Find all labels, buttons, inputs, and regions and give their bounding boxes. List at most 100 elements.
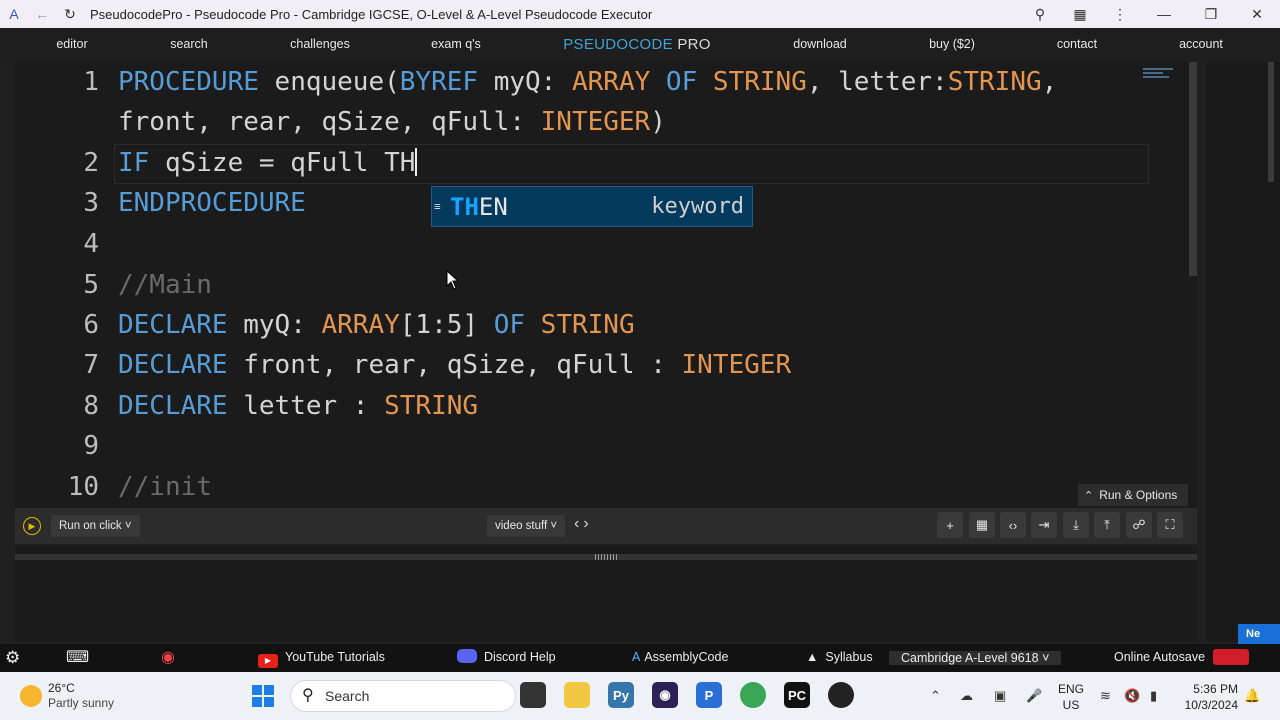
reload-icon[interactable]: ↻ <box>56 6 84 23</box>
menu-dots-icon[interactable]: ⋮ <box>1100 6 1140 23</box>
file-explorer-icon[interactable] <box>564 682 590 708</box>
speaker-muted-icon[interactable]: 🔇 <box>1124 672 1140 720</box>
code-line-1[interactable]: PROCEDURE enqueue(BYREF myQ: ARRAY OF ST… <box>118 67 1057 97</box>
chevron-up-icon: ⌃ <box>1084 489 1094 502</box>
play-icon[interactable]: ▶ <box>23 517 41 535</box>
text-cursor <box>415 148 418 176</box>
code-line-5[interactable]: //Main <box>118 270 212 300</box>
preset-select[interactable]: video stuff ˅ <box>487 515 566 537</box>
app-footer-bar: ⚙ ⌨ ◉ ▶ YouTube Tutorials Discord Help AA… <box>0 644 1280 672</box>
upload-icon[interactable]: ⤒ <box>1094 512 1120 538</box>
pycharm-icon[interactable]: PC <box>784 682 810 708</box>
mouse-pointer-icon <box>446 270 460 290</box>
notification-bell-icon[interactable]: 🔔 <box>1244 672 1260 720</box>
chevron-down-icon: ˅ <box>550 520 558 532</box>
editor-scrollbar[interactable] <box>1189 62 1197 276</box>
minimize-icon[interactable]: — <box>1140 6 1188 22</box>
close-icon[interactable]: ✕ <box>1234 6 1280 23</box>
code-line-7[interactable]: DECLARE front, rear, qSize, qFull : INTE… <box>118 350 791 380</box>
colors-icon[interactable]: ◉ <box>161 644 175 672</box>
autosave-toggle[interactable] <box>1213 649 1250 665</box>
assembly-code-link[interactable]: A AssemblyCode <box>632 644 728 672</box>
language-indicator[interactable]: ENG US <box>1058 681 1084 713</box>
nav-challenges[interactable]: challenges <box>290 28 350 62</box>
task-view-icon[interactable] <box>520 682 546 708</box>
add-icon[interactable]: + <box>937 512 963 538</box>
brand-logo[interactable]: PSEUDOCODE PRO <box>563 28 711 62</box>
preset-label: video stuff <box>495 520 548 532</box>
python-icon[interactable]: Py <box>608 682 634 708</box>
suggestion-rest: EN <box>478 192 508 221</box>
discord-icon <box>457 649 477 663</box>
suggestion-match: TH <box>450 192 479 221</box>
discord-help-link[interactable]: Discord Help <box>457 644 556 672</box>
eclipse-icon[interactable]: ◉ <box>652 682 678 708</box>
nav-exam-questions[interactable]: exam q's <box>431 28 481 62</box>
online-autosave[interactable]: Online Autosave <box>1114 644 1250 672</box>
line-number: 3 <box>83 188 99 218</box>
chrome-icon[interactable] <box>740 682 766 708</box>
extensions-icon[interactable]: ▦ <box>1060 6 1100 23</box>
code-line-1-wrap[interactable]: front, rear, qSize, qFull: INTEGER) <box>118 107 666 137</box>
new-badge[interactable]: Ne <box>1238 624 1280 644</box>
restore-icon[interactable]: ❐ <box>1188 6 1234 23</box>
settings-gear-icon[interactable]: ⚙ <box>5 644 20 672</box>
battery-icon[interactable]: ▮ <box>1150 672 1157 720</box>
table-icon[interactable]: ▦ <box>969 512 995 538</box>
minimap[interactable] <box>1143 66 1185 88</box>
line-number: 2 <box>83 148 99 178</box>
tray-chevron-up-icon[interactable]: ⌃ <box>930 672 941 720</box>
nav-search[interactable]: search <box>170 28 208 62</box>
syllabus-select[interactable]: Cambridge A-Level 9618 ˅ <box>889 648 1062 668</box>
run-toolbar: ▶ Run on click ˅ video stuff ˅ ‹› + ▦ ‹›… <box>15 508 1197 544</box>
download-icon[interactable]: ⤓ <box>1063 512 1089 538</box>
import-icon[interactable]: ⇥ <box>1031 512 1057 538</box>
splitter-grip-icon[interactable] <box>595 554 617 560</box>
wifi-icon[interactable]: ≋ <box>1100 672 1111 720</box>
code-line-10[interactable]: //init <box>118 472 212 502</box>
graduation-cap-icon: ▲ <box>806 650 819 664</box>
system-clock[interactable]: 5:36 PM 10/3/2024 <box>1180 681 1238 713</box>
nav-contact[interactable]: contact <box>1057 28 1097 62</box>
weather-widget[interactable]: 26°C Partly sunny <box>20 681 114 711</box>
pseudocode-app-icon[interactable]: P <box>696 682 722 708</box>
youtube-tutorials-link[interactable]: ▶ YouTube Tutorials <box>258 644 385 672</box>
syllabus-link[interactable]: ▲ Syllabus <box>806 644 873 672</box>
run-mode-select[interactable]: Run on click ˅ <box>51 515 140 537</box>
display-icon[interactable]: ▣ <box>994 672 1006 720</box>
code-line-2[interactable]: IF qSize = qFull TH <box>118 148 418 178</box>
code-icon[interactable]: ‹› <box>1000 512 1026 538</box>
keyboard-icon[interactable]: ⌨ <box>66 644 89 672</box>
line-number: 5 <box>83 270 99 300</box>
line-number: 4 <box>83 229 99 259</box>
obs-icon[interactable] <box>828 682 854 708</box>
run-options-toggle[interactable]: ⌃ Run & Options <box>1078 484 1188 506</box>
back-arrow-icon[interactable]: ← <box>28 6 56 22</box>
autocomplete-suggestion[interactable]: ≡ TH EN keyword <box>431 186 753 227</box>
code-editor[interactable]: 1 2 3 4 5 6 7 8 9 10 PROCEDURE enqueue(B… <box>15 62 1197 508</box>
output-panel[interactable] <box>15 546 1197 642</box>
onedrive-icon[interactable]: ☁ <box>960 672 973 720</box>
preset-nav-arrows[interactable]: ‹› <box>574 515 593 533</box>
code-line-8[interactable]: DECLARE letter : STRING <box>118 391 478 421</box>
temperature: 26°C <box>48 681 75 695</box>
taskbar-search[interactable]: ⚲ Search <box>290 680 516 712</box>
chevron-down-icon: ˅ <box>124 520 132 532</box>
side-scrollbar[interactable] <box>1268 62 1274 182</box>
nav-editor[interactable]: editor <box>56 28 87 62</box>
share-icon[interactable]: ☍ <box>1126 512 1152 538</box>
line-number: 7 <box>83 350 99 380</box>
code-line-6[interactable]: DECLARE myQ: ARRAY[1:5] OF STRING <box>118 310 635 340</box>
nav-account[interactable]: account <box>1179 28 1223 62</box>
zoom-icon[interactable]: ⚲ <box>1020 6 1060 23</box>
line-number: 6 <box>83 310 99 340</box>
fullscreen-icon[interactable]: ⛶ <box>1157 512 1183 538</box>
browser-titlebar: A ← ↻ PseudocodePro - Pseudocode Pro - C… <box>0 0 1280 28</box>
main-nav: editor search challenges exam q's PSEUDO… <box>0 28 1280 62</box>
windows-start-icon[interactable] <box>252 685 274 707</box>
nav-download[interactable]: download <box>793 28 847 62</box>
microphone-icon[interactable]: 🎤 <box>1026 672 1042 720</box>
partly-sunny-icon <box>20 685 42 707</box>
nav-buy[interactable]: buy ($2) <box>929 28 975 62</box>
code-line-3[interactable]: ENDPROCEDURE <box>118 188 306 218</box>
